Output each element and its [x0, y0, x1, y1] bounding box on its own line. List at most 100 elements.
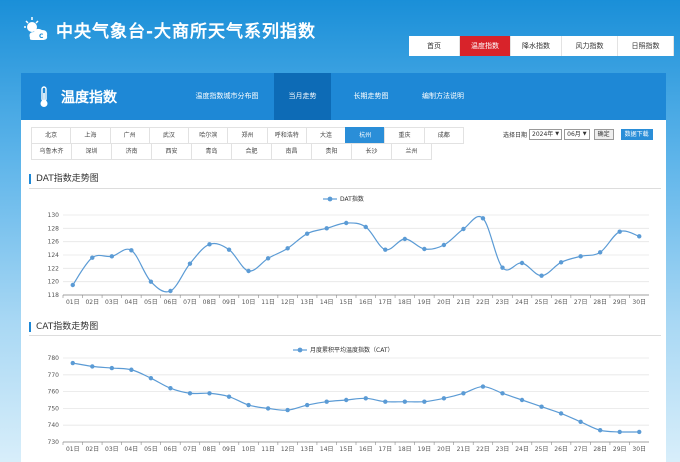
data-point[interactable]: [617, 229, 622, 234]
data-point[interactable]: [109, 365, 115, 371]
data-point[interactable]: [558, 260, 564, 265]
data-point[interactable]: [461, 226, 466, 232]
x-tick-label: 20日: [437, 446, 451, 453]
data-point[interactable]: [519, 260, 525, 266]
data-point[interactable]: [383, 247, 388, 252]
data-point[interactable]: [226, 247, 232, 252]
city-button[interactable]: 郑州: [227, 127, 268, 144]
chart-legend[interactable]: 月度累积平均温度指数（CAT）: [293, 346, 394, 354]
thermometer-icon: [40, 86, 48, 107]
data-point[interactable]: [344, 397, 349, 403]
data-point[interactable]: [500, 265, 505, 270]
city-button[interactable]: 上海: [70, 127, 111, 144]
data-point[interactable]: [207, 242, 212, 247]
data-point[interactable]: [422, 399, 427, 404]
city-button[interactable]: 深圳: [71, 143, 112, 160]
nav-sunshine-index[interactable]: 日照指数: [618, 36, 674, 56]
data-point[interactable]: [285, 407, 290, 413]
data-point[interactable]: [480, 216, 486, 221]
city-button[interactable]: 兰州: [391, 143, 432, 160]
tab-city-distribution[interactable]: 温度指数城市分布图: [179, 73, 275, 120]
city-button[interactable]: 乌鲁木齐: [31, 143, 72, 160]
data-point[interactable]: [539, 273, 544, 278]
chart-legend[interactable]: DAT指数: [323, 195, 364, 203]
data-point[interactable]: [383, 399, 388, 404]
data-point[interactable]: [363, 396, 368, 401]
year-select[interactable]: 2024年 ▼: [529, 129, 563, 140]
data-point[interactable]: [70, 360, 75, 366]
data-point[interactable]: [500, 391, 505, 396]
data-point[interactable]: [637, 429, 642, 435]
data-point[interactable]: [304, 231, 310, 236]
data-point[interactable]: [109, 254, 115, 259]
city-button[interactable]: 重庆: [384, 127, 425, 144]
city-button[interactable]: 南昌: [271, 143, 312, 160]
city-button[interactable]: 青岛: [191, 143, 232, 160]
data-point[interactable]: [285, 246, 290, 251]
data-point[interactable]: [422, 246, 427, 252]
data-point[interactable]: [324, 399, 329, 404]
data-point[interactable]: [168, 288, 173, 294]
city-button[interactable]: 杭州: [345, 127, 386, 144]
city-button[interactable]: 成都: [423, 127, 464, 144]
city-button[interactable]: 武汉: [148, 127, 190, 144]
confirm-button[interactable]: 确定: [593, 129, 614, 140]
data-point[interactable]: [168, 386, 173, 391]
city-button[interactable]: 哈尔滨: [188, 127, 229, 144]
data-point[interactable]: [246, 402, 251, 408]
data-point[interactable]: [558, 411, 564, 416]
city-button[interactable]: 北京: [31, 127, 72, 144]
data-point[interactable]: [402, 399, 408, 404]
data-point[interactable]: [363, 224, 368, 230]
data-point[interactable]: [480, 384, 486, 389]
data-point[interactable]: [187, 261, 193, 266]
data-point[interactable]: [70, 282, 75, 288]
data-point[interactable]: [617, 429, 622, 435]
data-point[interactable]: [578, 254, 583, 259]
download-button[interactable]: 数据下载: [620, 129, 653, 140]
data-point[interactable]: [207, 391, 212, 396]
city-button[interactable]: 广州: [109, 127, 150, 144]
city-button[interactable]: 长沙: [351, 143, 392, 160]
city-button[interactable]: 大连: [305, 127, 347, 144]
nav-home[interactable]: 首页: [409, 36, 460, 56]
tab-long-term[interactable]: 长期走势图: [337, 73, 405, 120]
data-point[interactable]: [441, 396, 447, 401]
panel-header: 温度指数 温度指数城市分布图 当月走势 长期走势图 编制方法说明: [21, 73, 666, 120]
city-button[interactable]: 济南: [111, 143, 152, 160]
nav-wind-index[interactable]: 风力指数: [562, 36, 618, 56]
tab-methodology[interactable]: 编制方法说明: [407, 73, 479, 120]
data-point[interactable]: [344, 220, 349, 226]
data-point[interactable]: [539, 404, 544, 409]
data-point[interactable]: [324, 226, 329, 231]
data-point[interactable]: [129, 367, 134, 372]
data-point[interactable]: [226, 394, 232, 399]
city-button[interactable]: 合肥: [231, 143, 272, 160]
data-point[interactable]: [597, 250, 603, 255]
data-point[interactable]: [402, 236, 408, 242]
data-point[interactable]: [187, 391, 193, 396]
city-button[interactable]: 西安: [151, 143, 192, 160]
data-point[interactable]: [148, 279, 154, 284]
data-point[interactable]: [129, 248, 134, 253]
site-logo[interactable]: C 中央气象台-大商所天气系列指数: [22, 16, 316, 42]
data-point[interactable]: [637, 234, 642, 239]
data-point[interactable]: [597, 428, 603, 433]
data-point[interactable]: [265, 406, 271, 411]
data-point[interactable]: [441, 242, 447, 248]
city-button[interactable]: 呼和浩特: [266, 127, 307, 144]
data-point[interactable]: [265, 256, 271, 261]
nav-temperature-index[interactable]: 温度指数: [460, 36, 511, 56]
data-point[interactable]: [304, 402, 310, 408]
month-select[interactable]: 06月 ▼: [564, 129, 590, 140]
data-point[interactable]: [148, 375, 154, 381]
data-point[interactable]: [578, 419, 583, 425]
city-button[interactable]: 贵阳: [311, 143, 352, 160]
nav-precipitation-index[interactable]: 降水指数: [511, 36, 562, 56]
tab-current-month[interactable]: 当月走势: [274, 73, 331, 120]
data-point[interactable]: [90, 364, 95, 369]
data-point[interactable]: [90, 255, 95, 260]
data-point[interactable]: [461, 391, 466, 396]
data-point[interactable]: [246, 268, 251, 274]
data-point[interactable]: [519, 397, 525, 403]
